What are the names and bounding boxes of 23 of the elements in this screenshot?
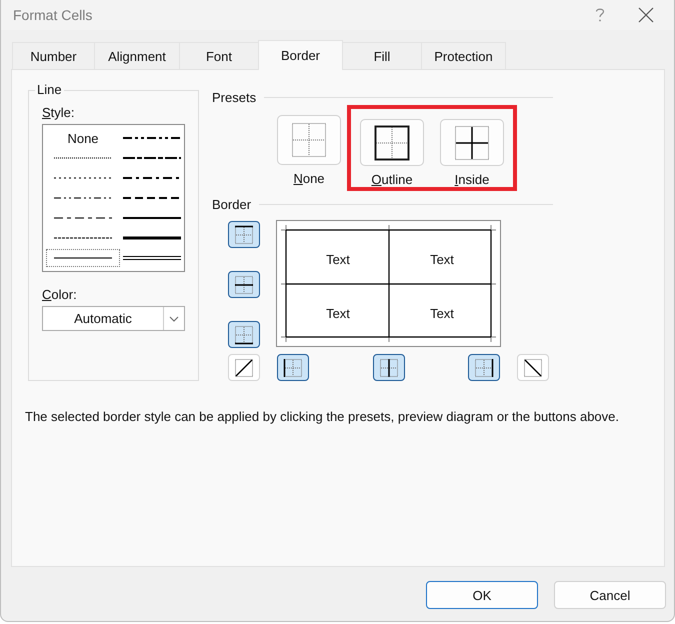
cancel-button[interactable]: Cancel [554,581,666,609]
description-text: The selected border style can be applied by clicking the presets, preview diagram or the buttons above. [25,409,620,424]
tab[interactable]: Number [12,42,95,69]
style-label: Style: [42,105,76,120]
color-label: Color: [42,287,78,302]
preview-cell-text: Text [326,306,350,321]
tab[interactable]: Border [258,40,343,70]
border-preview[interactable]: Text Text Text Text [276,220,501,347]
section-heading: Border [212,197,252,212]
section-heading: Presets [212,90,256,105]
ok-button[interactable]: OK [426,581,538,609]
window-title: Format Cells [13,7,94,23]
preview-cell-text: Text [326,252,350,267]
preset-label: Outline [371,172,413,187]
preset-label: None [293,171,325,186]
group-heading: Line [35,82,64,97]
tab[interactable]: Protection [421,42,506,69]
color-dropdown[interactable]: Automatic [42,306,185,331]
line-style-list[interactable]: None [42,124,185,272]
preview-cell-text: Text [430,306,454,321]
preview-cell-text: Text [430,252,454,267]
line-style-option[interactable]: None [45,128,121,148]
preset-label: Inside [454,172,490,187]
